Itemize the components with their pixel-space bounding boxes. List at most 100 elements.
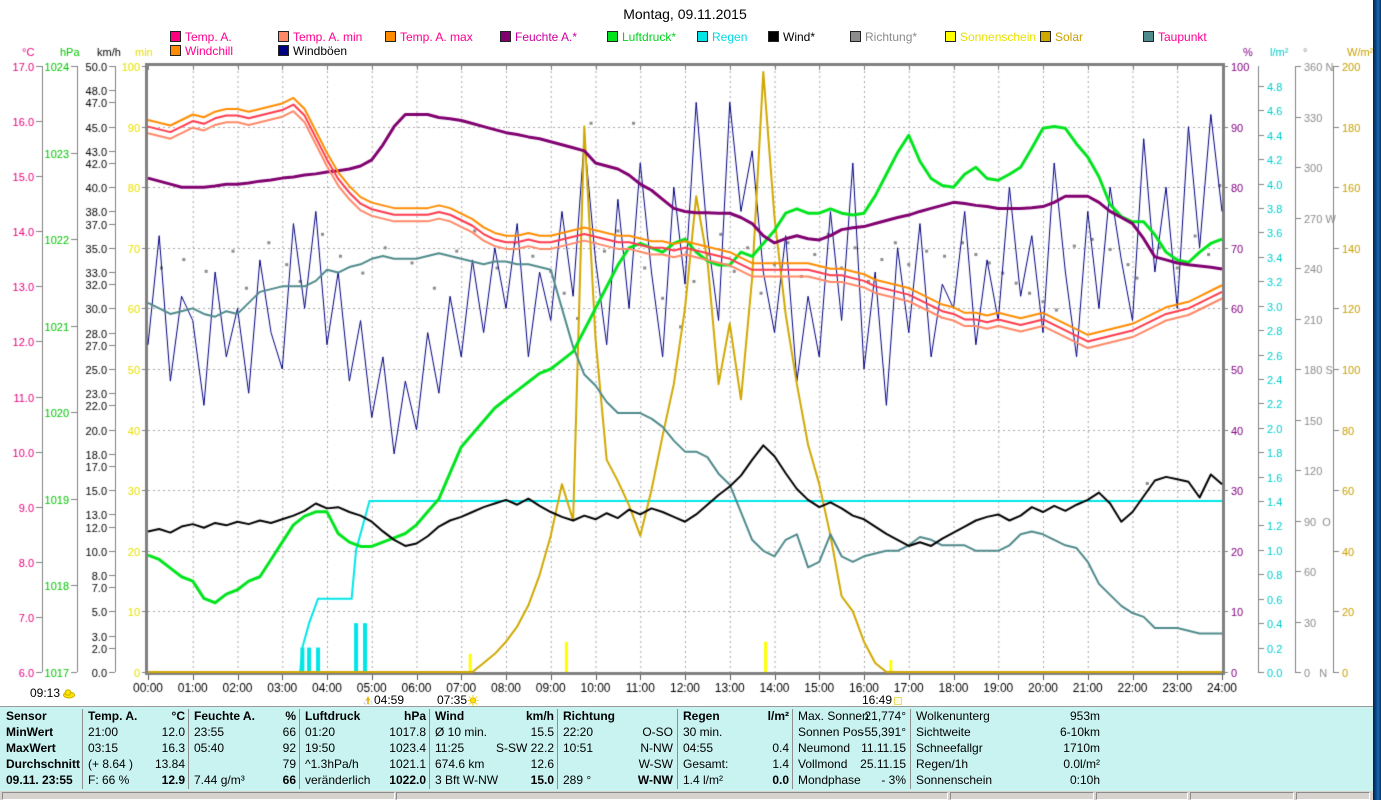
cell-value: N-NW: [640, 741, 673, 755]
cell-label: 7.44 g/m³: [194, 773, 245, 787]
cell-value: 16.3: [161, 741, 185, 755]
cell-label: Regen/1h: [916, 757, 969, 771]
table-column: Richtung 22:20 O-SO 10:51 N-NW W-SW 289 ° W-NW: [557, 707, 673, 791]
table-row: (+ 8.64 ) 13.84: [88, 757, 185, 773]
cell-label: 11:25: [435, 741, 465, 755]
cell-label: Wind: [435, 709, 465, 723]
cell-value: 1023.4: [389, 741, 426, 755]
table-row: Gesamt: 1.4: [683, 757, 789, 773]
cell-value: km/h: [525, 709, 554, 723]
table-row: Neumond 11.11.15: [798, 741, 906, 757]
table-row: 09.11. 23:55: [6, 773, 78, 789]
marker-time-label: 07:35: [437, 693, 468, 707]
table-column: Sensor MinWert MaxWert Durchschnitt 09.11. 2…: [6, 707, 80, 791]
cell-value: - 3%: [881, 773, 906, 787]
table-row: 7.44 g/m³ 66: [194, 773, 296, 789]
cell-label: (+ 8.64 ): [88, 757, 134, 771]
cell-label: 1.4 l/m²: [683, 773, 724, 787]
status-bar-segment: [2, 792, 395, 800]
cell-label: MaxWert: [6, 741, 56, 755]
table-column: Feuchte A.% 23:55 66 05:40 92 79 7.44 g/m³ 66: [188, 707, 296, 791]
cell-label: Temp. A.: [88, 709, 138, 723]
weather-state-marker: 09:13: [30, 686, 76, 700]
cell-label: 21:00: [88, 725, 119, 739]
cell-label: Richtung: [563, 709, 615, 723]
weather-app-window: Montag, 09.11.2015 Temp. A.Temp. A. minT…: [0, 0, 1381, 800]
cell-value: W-NW: [637, 773, 673, 787]
status-bar-segment: [950, 792, 1094, 800]
cell-value: 66: [282, 773, 296, 787]
cell-label: Sonnenschein: [916, 773, 993, 787]
dawn-icon: [363, 696, 373, 705]
table-row: Schneefallgr 1710m: [916, 741, 1100, 757]
table-row: Sonnenschein 0:10h: [916, 773, 1100, 789]
table-row: 23:55 66: [194, 725, 296, 741]
table-row: 674.6 km 12.6: [435, 757, 554, 773]
table-column: Luftdruck hPa 01:20 1017.8 19:50 1023.4 ^1.3hP…: [299, 707, 426, 791]
status-bar-segment: [1190, 792, 1294, 800]
table-column: Max. Sonnen 21,774° Sonnen Pos -55,391° Neum…: [792, 707, 906, 791]
sunset-icon: [894, 697, 903, 705]
cell-label: Max. Sonnen: [798, 709, 869, 723]
table-row: Durchschnitt: [6, 757, 80, 773]
cell-label: Luftdruck: [305, 709, 361, 723]
table-row: 30 min.: [683, 725, 789, 741]
table-row: 3 Bft W-NW 15.0: [435, 773, 554, 789]
table-row: Richtung: [563, 709, 673, 725]
cell-label: 09.11. 23:55: [6, 773, 73, 787]
cell-label: 674.6 km: [435, 757, 485, 771]
status-bar-segment: [1096, 792, 1188, 800]
cell-label: Neumond: [798, 741, 851, 755]
table-row: 11:25 S-SW 22.2: [435, 741, 554, 757]
table-row: 04:55 0.4: [683, 741, 789, 757]
table-row: Temp. A. °C: [88, 709, 185, 725]
table-row: W-SW: [563, 757, 673, 773]
cell-value: 1.4: [772, 757, 789, 771]
cell-value: 92: [282, 741, 296, 755]
weather-chart-canvas: [0, 0, 1381, 714]
cell-value: O-SO: [642, 725, 673, 739]
cell-label: Wolkenunterg: [916, 709, 990, 723]
cell-label: Feuchte A.: [194, 709, 255, 723]
table-row: ^1.3hPa/h 1021.1: [305, 757, 426, 773]
cell-label: Schneefallgr: [916, 741, 983, 755]
state-time-label: 09:13: [30, 686, 64, 700]
cell-value: 1021.1: [389, 757, 426, 771]
marker-time-label: 04:59: [374, 693, 405, 707]
table-row: MaxWert: [6, 741, 78, 757]
cell-label: 30 min.: [683, 725, 723, 739]
cell-label: 19:50: [305, 741, 336, 755]
table-row: MinWert: [6, 725, 78, 741]
cell-value: 6-10km: [1059, 725, 1100, 739]
cell-value: S-SW 22.2: [495, 741, 554, 755]
cell-label: Vollmond: [798, 757, 848, 771]
cell-label: F: 66 %: [88, 773, 130, 787]
cell-value: 13.84: [154, 757, 185, 771]
table-row: 05:40 92: [194, 741, 296, 757]
table-row: Ø 10 min. 15.5: [435, 725, 554, 741]
cell-label: 01:20: [305, 725, 336, 739]
cell-label: Sonnen Pos: [798, 725, 864, 739]
cell-value: °C: [171, 709, 185, 723]
cell-value: 12.0: [161, 725, 185, 739]
cell-value: 0:10h: [1069, 773, 1100, 787]
table-row: Luftdruck hPa: [305, 709, 426, 725]
cloud-icon: [63, 689, 76, 699]
cell-value: 25.11.15: [860, 757, 906, 771]
cell-value: 79: [282, 757, 296, 771]
cell-label: Regen: [683, 709, 720, 723]
cell-value: 1710m: [1063, 741, 1100, 755]
cell-label: 3 Bft W-NW: [435, 773, 499, 787]
status-bar: [0, 791, 1373, 800]
table-row: Max. Sonnen 21,774°: [798, 709, 906, 725]
table-row: 22:20 O-SO: [563, 725, 673, 741]
table-row: Regen l/m²: [683, 709, 789, 725]
table-row: 289 ° W-NW: [563, 773, 673, 789]
cell-label: veränderlich: [305, 773, 371, 787]
cell-label: ^1.3hPa/h: [305, 757, 359, 771]
table-column: Wolkenunterg 953m Sichtweite 6-10km Schneefa…: [910, 707, 1100, 791]
status-bar-segment: [396, 792, 948, 800]
time-marker-0735: 07:35: [437, 693, 479, 707]
cell-value: l/m²: [767, 709, 789, 723]
table-row: Sonnen Pos -55,391°: [798, 725, 906, 741]
